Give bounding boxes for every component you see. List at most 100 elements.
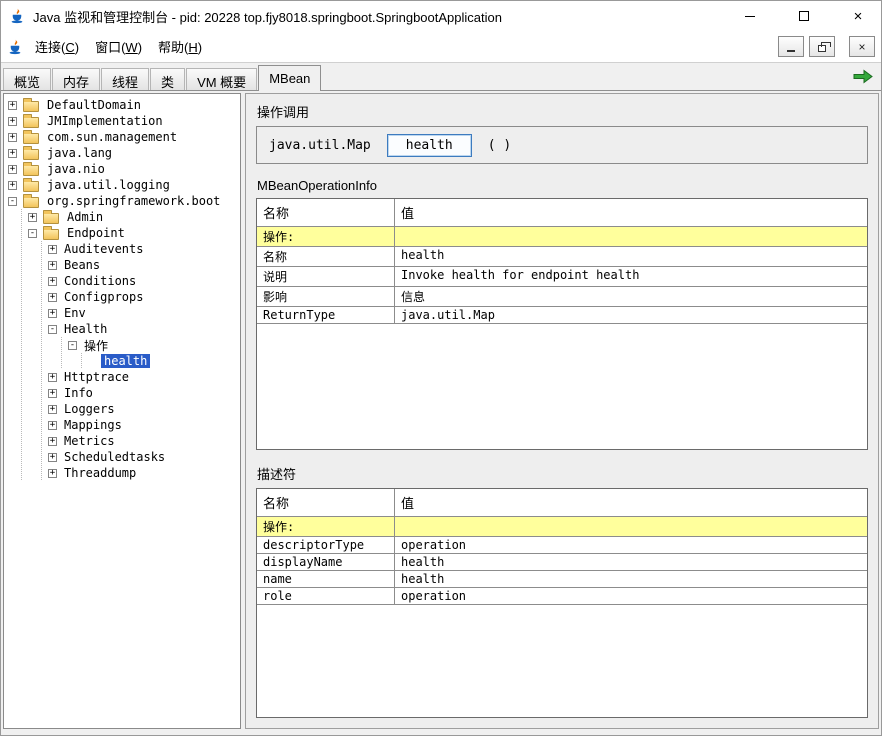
- operation-info-table: 名称值操作:名称health说明Invoke health for endpoi…: [256, 198, 868, 450]
- expand-icon[interactable]: +: [48, 437, 57, 446]
- menu-item-w[interactable]: 窗口(W): [87, 32, 150, 61]
- operation-invoke-title: 操作调用: [257, 102, 868, 121]
- expand-icon[interactable]: +: [8, 101, 17, 110]
- collapse-icon[interactable]: -: [8, 197, 17, 206]
- tree-item-httptrace[interactable]: +Httptrace: [4, 369, 240, 385]
- tree-item-info[interactable]: + Info: [4, 385, 240, 401]
- tree-indent-guide: [48, 353, 68, 369]
- menu-item-h[interactable]: 帮助(H): [150, 32, 210, 61]
- tree-indent-guide: [28, 353, 48, 369]
- expand-icon[interactable]: +: [28, 213, 37, 222]
- tree-indent-guide: [8, 465, 28, 481]
- tree-item-configprops[interactable]: + Configprops: [4, 289, 240, 305]
- tab-mbean[interactable]: MBean: [258, 65, 321, 91]
- expand-icon[interactable]: +: [48, 469, 57, 478]
- window-maximize-button[interactable]: [781, 1, 827, 31]
- table-header-row: 名称值: [257, 489, 867, 517]
- tree-item-health[interactable]: -Health: [4, 321, 240, 337]
- tree-item-auditevents[interactable]: + Auditevents: [4, 241, 240, 257]
- expand-icon[interactable]: +: [48, 373, 57, 382]
- tree-item-label: Scheduledtasks: [61, 450, 168, 464]
- tab-内存[interactable]: 内存: [52, 68, 100, 90]
- tab-vm-概要[interactable]: VM 概要: [186, 68, 257, 90]
- tab-概览[interactable]: 概览: [3, 68, 51, 90]
- column-header: 值: [395, 489, 867, 517]
- expand-icon[interactable]: +: [8, 165, 17, 174]
- expand-icon[interactable]: +: [48, 405, 57, 414]
- row-value: [395, 517, 867, 537]
- frame-close-button[interactable]: ×: [849, 36, 875, 57]
- invoke-health-button[interactable]: health: [387, 134, 472, 157]
- tab-线程[interactable]: 线程: [101, 68, 149, 90]
- tree-item-scheduledtasks[interactable]: + Scheduledtasks: [4, 449, 240, 465]
- tree-item-label: Loggers: [61, 402, 118, 416]
- tree-item-threaddump[interactable]: +Threaddump: [4, 465, 240, 481]
- frame-minimize-icon: [787, 50, 795, 52]
- row-name: name: [257, 571, 395, 588]
- expand-icon[interactable]: +: [48, 421, 57, 430]
- window-close-button[interactable]: ×: [835, 1, 881, 31]
- folder-icon: [43, 229, 59, 240]
- folder-icon: [23, 117, 39, 128]
- table-header-row: 名称值: [257, 199, 867, 227]
- tree-item-java-nio[interactable]: +java.nio: [4, 161, 240, 177]
- tree-item-operations[interactable]: -操作: [4, 337, 240, 353]
- table-row: 操作:: [257, 517, 867, 537]
- tree-item-label: Health: [61, 322, 110, 336]
- tree-item-beans[interactable]: +Beans: [4, 257, 240, 273]
- tree-indent-guide: [28, 321, 48, 337]
- tree-item-label: Conditions: [61, 274, 139, 288]
- row-name: 操作:: [257, 517, 395, 537]
- tree-item-jmimplementation[interactable]: +JMImplementation: [4, 113, 240, 129]
- expand-icon[interactable]: +: [8, 133, 17, 142]
- expand-icon[interactable]: +: [48, 389, 57, 398]
- row-name: 名称: [257, 247, 395, 267]
- tree-item-label: Configprops: [61, 290, 146, 304]
- expand-icon[interactable]: +: [8, 117, 17, 126]
- tree-item-java-util-logging[interactable]: + java.util.logging: [4, 177, 240, 193]
- collapse-icon[interactable]: -: [48, 325, 57, 334]
- row-value: java.util.Map: [395, 307, 867, 324]
- expand-icon[interactable]: +: [48, 453, 57, 462]
- expand-icon[interactable]: +: [48, 293, 57, 302]
- tree-item-label: Auditevents: [61, 242, 146, 256]
- tree-item-com-sun-management[interactable]: +com.sun.management: [4, 129, 240, 145]
- tree-item-loggers[interactable]: + Loggers: [4, 401, 240, 417]
- expand-icon[interactable]: +: [48, 261, 57, 270]
- tree-item-metrics[interactable]: +Metrics: [4, 433, 240, 449]
- mbean-tab-content: +DefaultDomain+JMImplementation+com.sun.…: [1, 91, 881, 735]
- tree-item-mappings[interactable]: +Mappings: [4, 417, 240, 433]
- table-row: descriptorTypeoperation: [257, 537, 867, 554]
- window-minimize-button[interactable]: [727, 1, 773, 31]
- tree-item-defaultdomain[interactable]: +DefaultDomain: [4, 97, 240, 113]
- row-name: ReturnType: [257, 307, 395, 324]
- expand-icon[interactable]: +: [48, 309, 57, 318]
- menu-item-c[interactable]: 连接(C): [27, 32, 87, 61]
- table-row: ReturnTypejava.util.Map: [257, 307, 867, 324]
- tree-item-label: java.util.logging: [44, 178, 173, 192]
- tab-strip: 概览内存线程类VM 概要MBean: [3, 63, 322, 90]
- tree-indent-guide: [8, 289, 28, 305]
- frame-restore-button[interactable]: [809, 36, 835, 57]
- tree-indent-guide: [48, 337, 68, 353]
- tree-item-org-springframework-boot[interactable]: -org.springframework.boot: [4, 193, 240, 209]
- expand-icon[interactable]: +: [48, 277, 57, 286]
- column-header: 名称: [257, 489, 395, 517]
- expand-icon[interactable]: +: [8, 149, 17, 158]
- tree-item-env[interactable]: +Env: [4, 305, 240, 321]
- collapse-icon[interactable]: -: [28, 229, 37, 238]
- expand-icon[interactable]: +: [48, 245, 57, 254]
- folder-icon: [23, 101, 39, 112]
- expand-icon[interactable]: +: [8, 181, 17, 190]
- tree-item-conditions[interactable]: + Conditions: [4, 273, 240, 289]
- tree-item-endpoint[interactable]: -Endpoint: [4, 225, 240, 241]
- tree-indent-guide: [8, 353, 28, 369]
- tree-item-label: Info: [61, 386, 96, 400]
- collapse-icon[interactable]: -: [68, 341, 77, 350]
- frame-minimize-button[interactable]: [778, 36, 804, 57]
- operation-info-title: MBeanOperationInfo: [257, 178, 868, 193]
- tree-item-health[interactable]: health: [4, 353, 240, 369]
- tree-item-admin[interactable]: +Admin: [4, 209, 240, 225]
- tab-类[interactable]: 类: [150, 68, 185, 90]
- tree-item-java-lang[interactable]: +java.lang: [4, 145, 240, 161]
